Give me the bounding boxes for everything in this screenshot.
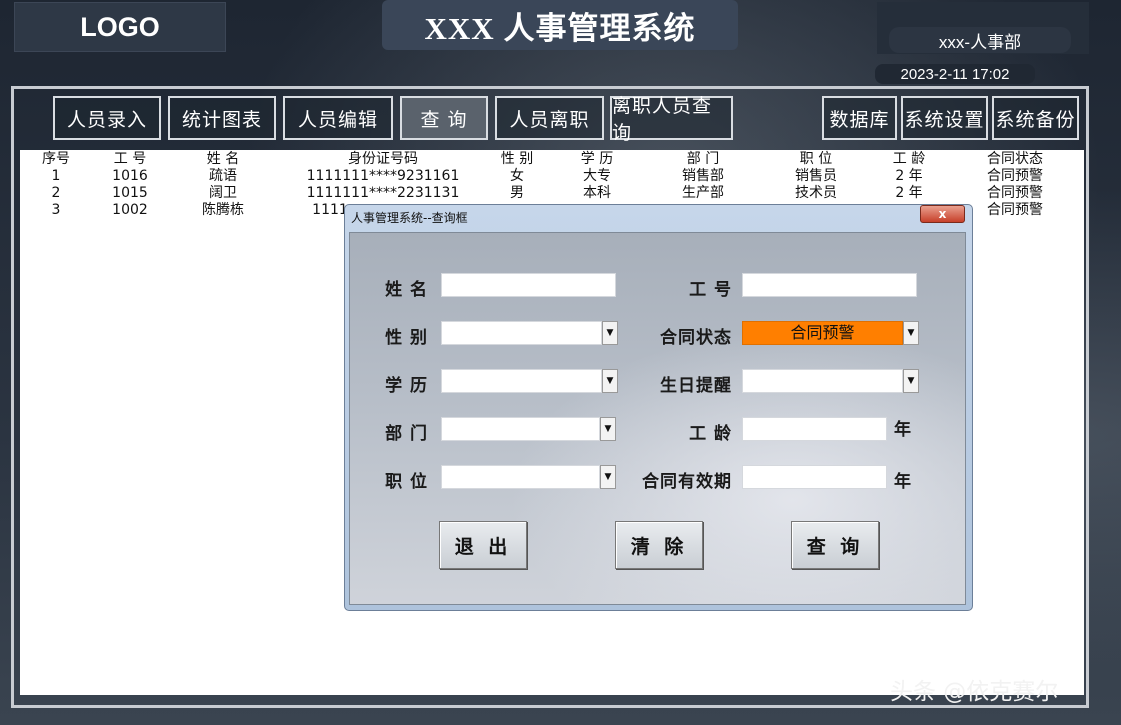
emp-id-field[interactable] — [742, 273, 917, 297]
contract-status-dropdown[interactable]: 合同预警 ▼ — [742, 321, 919, 345]
table-cell: 技术员 — [795, 185, 837, 201]
birthday-reminder-value — [742, 369, 903, 393]
table-cell: 1002 — [112, 202, 148, 218]
table-cell: 1111111****9231161 — [306, 168, 460, 184]
department-label: xxx-人事部 — [889, 27, 1071, 53]
app-title-text: XXX 人事管理系统 — [424, 10, 696, 46]
contract-status-value: 合同预警 — [742, 321, 903, 345]
table-cell: 男 — [510, 185, 524, 201]
contract-term-unit: 年 — [894, 472, 911, 492]
nav-query-button[interactable]: 查 询 — [400, 96, 488, 140]
nav-charts-button[interactable]: 统计图表 — [168, 96, 276, 140]
seniority-unit: 年 — [894, 420, 911, 440]
emp-id-label: 工 号 — [689, 280, 732, 300]
chevron-down-icon[interactable]: ▼ — [602, 369, 618, 393]
education-label: 学 历 — [385, 376, 428, 396]
birthday-reminder-label: 生日提醒 — [660, 376, 732, 396]
table-cell: 合同预警 — [987, 185, 1043, 201]
contract-status-label: 合同状态 — [660, 328, 732, 348]
table-cell: 1111111****2231131 — [306, 185, 460, 201]
contract-term-label: 合同有效期 — [642, 472, 732, 492]
datetime-label: 2023-2-11 17:02 — [875, 64, 1035, 84]
table-cell: 陈腾栋 — [202, 202, 244, 218]
col-header-position: 职 位 — [799, 151, 833, 167]
col-header-gender: 性 别 — [500, 151, 534, 167]
education-value — [441, 369, 602, 393]
chevron-down-icon[interactable]: ▼ — [600, 465, 616, 489]
table-cell: 疏语 — [209, 168, 237, 184]
table-cell: 生产部 — [682, 185, 724, 201]
department-value — [441, 417, 600, 441]
seniority-label: 工 龄 — [689, 424, 732, 444]
name-field[interactable] — [441, 273, 616, 297]
col-header-id-card: 身份证号码 — [348, 151, 418, 167]
table-cell: 合同预警 — [987, 202, 1043, 218]
col-header-education: 学 历 — [580, 151, 614, 167]
query-submit-button[interactable]: 查 询 — [791, 521, 879, 569]
gender-value — [441, 321, 602, 345]
department-label-field: 部 门 — [385, 424, 428, 444]
chevron-down-icon[interactable]: ▼ — [903, 321, 919, 345]
department-dropdown[interactable]: ▼ — [441, 417, 616, 441]
logo: LOGO — [14, 2, 226, 52]
col-header-name: 姓 名 — [206, 151, 240, 167]
table-cell: 1016 — [112, 168, 148, 184]
name-label: 姓 名 — [385, 280, 428, 300]
col-header-contract-status: 合同状态 — [987, 151, 1043, 167]
position-value — [441, 465, 600, 489]
contract-term-field[interactable] — [742, 465, 887, 489]
watermark: 头条 @依克赛尔 — [890, 679, 1059, 705]
table-cell: 本科 — [583, 185, 611, 201]
col-header-index: 序号 — [42, 151, 70, 167]
dialog-close-button[interactable]: x — [920, 205, 965, 223]
table-cell: 女 — [510, 168, 524, 184]
nav-settings-button[interactable]: 系统设置 — [901, 96, 988, 140]
nav-backup-button[interactable]: 系统备份 — [992, 96, 1079, 140]
table-cell: 合同预警 — [987, 168, 1043, 184]
birthday-reminder-dropdown[interactable]: ▼ — [742, 369, 919, 393]
chevron-down-icon[interactable]: ▼ — [602, 321, 618, 345]
table-cell: 2 年 — [895, 168, 923, 184]
logo-text: LOGO — [80, 11, 160, 42]
gender-dropdown[interactable]: ▼ — [441, 321, 618, 345]
table-cell: 3 — [51, 202, 61, 218]
table-cell: 销售员 — [795, 168, 837, 184]
table-cell: 2 — [51, 185, 61, 201]
table-cell: 1015 — [112, 185, 148, 201]
exit-button[interactable]: 退 出 — [439, 521, 527, 569]
table-cell: 2 年 — [895, 185, 923, 201]
col-header-department: 部 门 — [686, 151, 720, 167]
education-dropdown[interactable]: ▼ — [441, 369, 618, 393]
nav-edit-staff-button[interactable]: 人员编辑 — [283, 96, 393, 140]
chevron-down-icon[interactable]: ▼ — [600, 417, 616, 441]
nav-add-staff-button[interactable]: 人员录入 — [53, 96, 161, 140]
app-title: XXX 人事管理系统 — [382, 0, 738, 50]
chevron-down-icon[interactable]: ▼ — [903, 369, 919, 393]
col-header-emp-id: 工 号 — [113, 151, 147, 167]
table-cell: 销售部 — [682, 168, 724, 184]
nav-database-button[interactable]: 数据库 — [822, 96, 897, 140]
nav-resigned-query-button[interactable]: 离职人员查询 — [610, 95, 733, 144]
table-cell: 1 — [51, 168, 61, 184]
seniority-field[interactable] — [742, 417, 887, 441]
position-label: 职 位 — [385, 472, 428, 492]
table-cell: 大专 — [583, 168, 611, 184]
clear-button[interactable]: 清 除 — [615, 521, 703, 569]
table-cell: 阔卫 — [209, 185, 237, 201]
col-header-seniority: 工 龄 — [892, 151, 926, 167]
dialog-title: 人事管理系统--查询框 — [351, 211, 468, 225]
nav-resign-button[interactable]: 人员离职 — [495, 96, 604, 140]
gender-label: 性 别 — [385, 328, 428, 348]
table-cell: 1111 — [312, 202, 348, 218]
position-dropdown[interactable]: ▼ — [441, 465, 616, 489]
